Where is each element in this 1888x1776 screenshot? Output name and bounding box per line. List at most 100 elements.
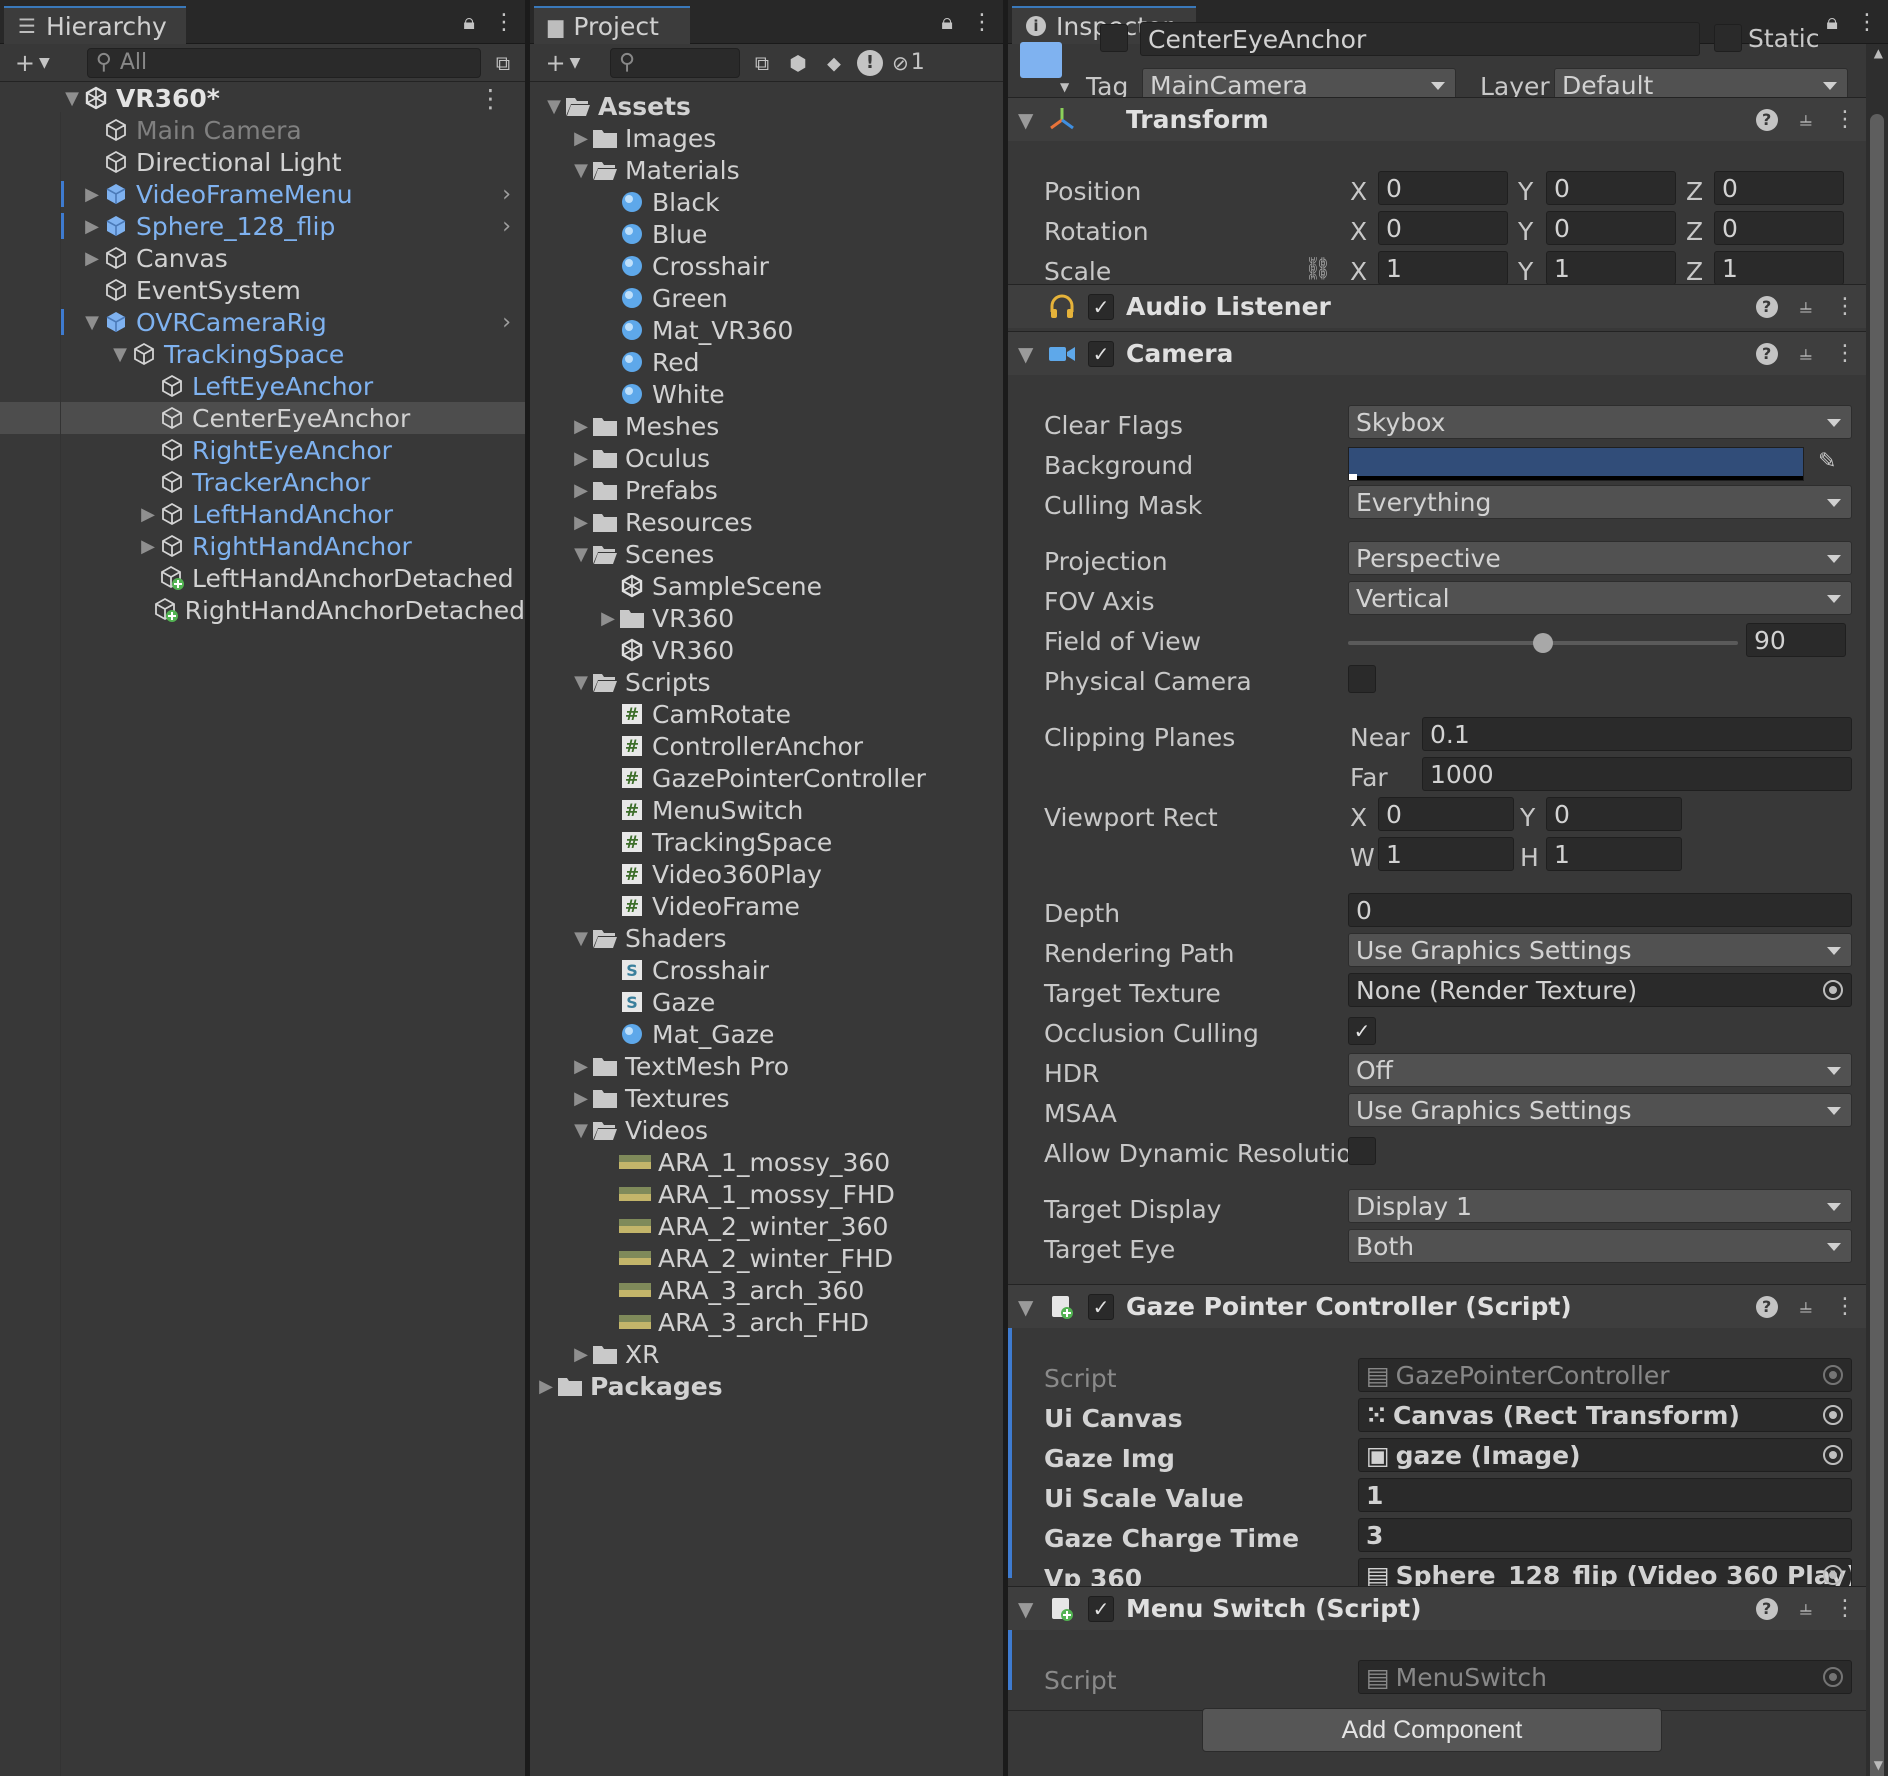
hierarchy-item[interactable]: LeftHandAnchorDetached bbox=[0, 562, 525, 594]
project-item[interactable]: ▼ Materials bbox=[530, 154, 1003, 186]
project-item[interactable]: ▶ Resources bbox=[530, 506, 1003, 538]
audio-listener-header[interactable]: ✓ Audio Listener ? ⫨ ⋮ bbox=[1008, 284, 1866, 328]
expand-arrow-icon[interactable]: ▼ bbox=[82, 312, 102, 333]
project-item[interactable]: ▶ XR bbox=[530, 1338, 1003, 1370]
create-plus-button[interactable]: + ▼ bbox=[538, 48, 588, 78]
menu-switch-enabled-checkbox[interactable]: ✓ bbox=[1088, 1595, 1114, 1622]
msaa-dropdown[interactable]: Use Graphics Settings bbox=[1348, 1093, 1852, 1127]
rotation-z-field[interactable]: 0 bbox=[1714, 211, 1844, 245]
fov-slider[interactable] bbox=[1348, 633, 1738, 653]
camera-header[interactable]: ▼ ✓ Camera ? ⫨ ⋮ bbox=[1008, 331, 1866, 375]
project-item[interactable]: Crosshair bbox=[530, 250, 1003, 282]
create-plus-button[interactable]: + ▼ bbox=[8, 48, 57, 78]
project-item[interactable]: ▶ Meshes bbox=[530, 410, 1003, 442]
help-icon[interactable]: ? bbox=[1755, 1597, 1778, 1620]
project-search-input[interactable]: ⚲ bbox=[610, 47, 740, 78]
expand-arrow-icon[interactable]: ▼ bbox=[571, 160, 591, 181]
component-menu-icon[interactable]: ⋮ bbox=[1834, 294, 1856, 319]
hierarchy-item[interactable]: ▶ LeftHandAnchor bbox=[0, 498, 525, 530]
project-item[interactable]: White bbox=[530, 378, 1003, 410]
chevron-right-icon[interactable]: › bbox=[502, 182, 511, 207]
expand-arrow-icon[interactable]: ▶ bbox=[82, 184, 102, 205]
tab-project[interactable]: ▆ Project bbox=[534, 6, 690, 44]
console-warning-icon[interactable]: ! bbox=[856, 48, 884, 78]
tab-hierarchy[interactable]: ☰ Hierarchy bbox=[4, 6, 186, 44]
expand-arrow-icon[interactable]: ▼ bbox=[571, 544, 591, 565]
hierarchy-item[interactable]: ▼ TrackingSpace bbox=[0, 338, 525, 370]
preset-sliders-icon[interactable]: ⫨ bbox=[1800, 107, 1812, 132]
gaze-charge-field[interactable]: 3 bbox=[1358, 1518, 1852, 1552]
chevron-right-icon[interactable]: › bbox=[502, 310, 511, 335]
target-texture-field[interactable]: None (Render Texture) bbox=[1348, 973, 1852, 1007]
project-item[interactable]: ▶ TextMesh Pro bbox=[530, 1050, 1003, 1082]
project-item[interactable]: S Gaze bbox=[530, 986, 1003, 1018]
dynamic-resolution-checkbox[interactable] bbox=[1348, 1137, 1376, 1165]
hierarchy-item[interactable]: RightHandAnchorDetached bbox=[0, 594, 525, 626]
project-item[interactable]: ARA_2_winter_FHD bbox=[530, 1242, 1003, 1274]
preset-sliders-icon[interactable]: ⫨ bbox=[1800, 294, 1812, 319]
project-item[interactable]: ARA_3_arch_360 bbox=[530, 1274, 1003, 1306]
expand-arrow-icon[interactable]: ▶ bbox=[536, 1376, 556, 1397]
hierarchy-item[interactable]: ▼ OVRCameraRig › bbox=[0, 306, 525, 338]
lock-icon[interactable]: 🔒︎ bbox=[463, 10, 475, 35]
hdr-dropdown[interactable]: Off bbox=[1348, 1053, 1852, 1087]
component-menu-icon[interactable]: ⋮ bbox=[1834, 1294, 1856, 1319]
physical-camera-checkbox[interactable] bbox=[1348, 665, 1376, 693]
project-item[interactable]: ▶ Packages bbox=[530, 1370, 1003, 1402]
hierarchy-search-input[interactable]: ⚲ All bbox=[86, 47, 481, 78]
inspector-scrollbar[interactable]: ▲ ▼ bbox=[1866, 44, 1888, 1776]
clear-flags-dropdown[interactable]: Skybox bbox=[1348, 405, 1852, 439]
rotation-x-field[interactable]: 0 bbox=[1378, 211, 1508, 245]
hierarchy-item[interactable]: ▶ RightHandAnchor bbox=[0, 530, 525, 562]
project-item[interactable]: # ControllerAnchor bbox=[530, 730, 1003, 762]
eyedropper-icon[interactable]: ✎ bbox=[1818, 449, 1836, 474]
project-item[interactable]: ARA_1_mossy_360 bbox=[530, 1146, 1003, 1178]
project-item[interactable]: ▼ Assets bbox=[530, 90, 1003, 122]
expand-arrow-icon[interactable]: ▶ bbox=[571, 1056, 591, 1077]
expand-arrow-icon[interactable]: ▶ bbox=[571, 448, 591, 469]
position-x-field[interactable]: 0 bbox=[1378, 171, 1508, 205]
expand-arrow-icon[interactable]: ▶ bbox=[571, 1088, 591, 1109]
audio-listener-enabled-checkbox[interactable]: ✓ bbox=[1088, 293, 1114, 320]
project-item[interactable]: Blue bbox=[530, 218, 1003, 250]
hierarchy-item[interactable]: ▶ Sphere_128_flip › bbox=[0, 210, 525, 242]
project-item[interactable]: Green bbox=[530, 282, 1003, 314]
scroll-down-icon[interactable]: ▼ bbox=[1874, 1758, 1883, 1772]
object-picker-icon[interactable] bbox=[1823, 1565, 1843, 1585]
projection-dropdown[interactable]: Perspective bbox=[1348, 541, 1852, 575]
expand-arrow-icon[interactable]: ▶ bbox=[571, 128, 591, 149]
far-field[interactable]: 1000 bbox=[1422, 757, 1852, 791]
project-item[interactable]: ARA_3_arch_FHD bbox=[530, 1306, 1003, 1338]
depth-field[interactable]: 0 bbox=[1348, 893, 1852, 927]
gaze-pointer-header[interactable]: ▼ ✓ Gaze Pointer Controller (Script) ? ⫨… bbox=[1008, 1284, 1866, 1328]
component-menu-icon[interactable]: ⋮ bbox=[1834, 341, 1856, 366]
rendering-path-dropdown[interactable]: Use Graphics Settings bbox=[1348, 933, 1852, 967]
rotation-y-field[interactable]: 0 bbox=[1546, 211, 1676, 245]
ui-scale-field[interactable]: 1 bbox=[1358, 1478, 1852, 1512]
scale-z-field[interactable]: 1 bbox=[1714, 251, 1844, 285]
viewport-x-field[interactable]: 0 bbox=[1378, 797, 1514, 831]
preset-sliders-icon[interactable]: ⫨ bbox=[1800, 1596, 1812, 1621]
help-icon[interactable]: ? bbox=[1755, 108, 1778, 131]
scene-row[interactable]: ▼ VR360* ⋮ bbox=[0, 82, 525, 114]
viewport-w-field[interactable]: 1 bbox=[1378, 837, 1514, 871]
project-item[interactable]: ARA_1_mossy_FHD bbox=[530, 1178, 1003, 1210]
gaze-enabled-checkbox[interactable]: ✓ bbox=[1088, 1293, 1114, 1320]
add-component-button[interactable]: Add Component bbox=[1202, 1708, 1662, 1752]
position-y-field[interactable]: 0 bbox=[1546, 171, 1676, 205]
expand-arrow-icon[interactable]: ▶ bbox=[138, 536, 158, 557]
hierarchy-item[interactable]: LeftEyeAnchor bbox=[0, 370, 525, 402]
kebab-menu-icon[interactable]: ⋮ bbox=[971, 10, 993, 35]
fold-arrow-icon[interactable]: ▼ bbox=[1018, 342, 1033, 366]
expand-arrow-icon[interactable]: ▶ bbox=[571, 480, 591, 501]
project-item[interactable]: ▼ Scripts bbox=[530, 666, 1003, 698]
project-item[interactable]: ▶ Oculus bbox=[530, 442, 1003, 474]
constrain-proportions-icon[interactable]: ⛓︎ bbox=[1304, 257, 1332, 282]
project-item[interactable]: S Crosshair bbox=[530, 954, 1003, 986]
hierarchy-item[interactable]: ▶ VideoFrameMenu › bbox=[0, 178, 525, 210]
target-eye-dropdown[interactable]: Both bbox=[1348, 1229, 1852, 1263]
expand-arrow-icon[interactable]: ▼ bbox=[110, 344, 130, 365]
target-display-dropdown[interactable]: Display 1 bbox=[1348, 1189, 1852, 1223]
viewport-y-field[interactable]: 0 bbox=[1546, 797, 1682, 831]
search-mode-icon[interactable]: ⧉ bbox=[748, 48, 776, 78]
